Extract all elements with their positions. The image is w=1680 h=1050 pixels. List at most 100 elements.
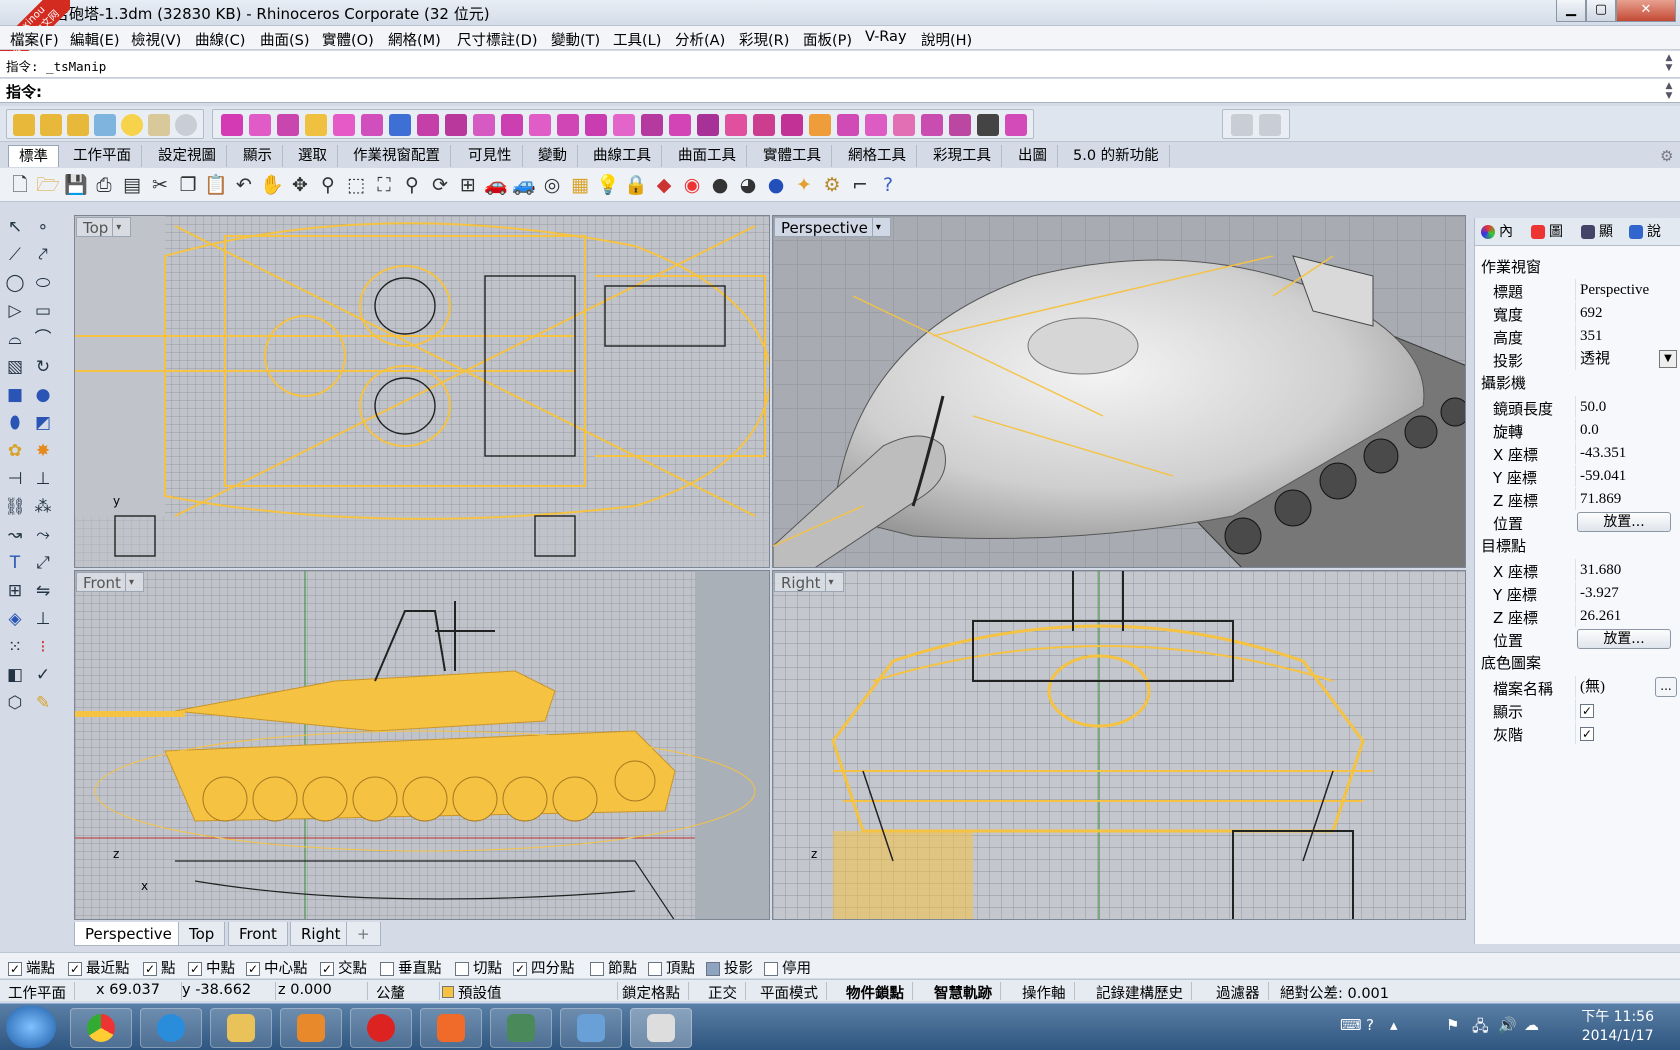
viewport-tab-top[interactable]: Top [178, 922, 226, 946]
target-icon[interactable]: ◎ [540, 173, 564, 197]
tab-new-in-v5[interactable]: 5.0 的新功能 [1063, 145, 1170, 167]
chevron-down-icon[interactable]: ▼ [1659, 350, 1677, 368]
grayscale-checkbox[interactable]: ✓ [1580, 726, 1594, 741]
point-cloud-icon[interactable]: ⁝ [32, 636, 54, 658]
ie-taskbar-icon[interactable] [140, 1008, 202, 1048]
camera-z-value[interactable]: 71.869 [1575, 488, 1677, 510]
explode-points-icon[interactable]: ⁂ [32, 496, 54, 518]
status-layer[interactable]: 預設值 [442, 982, 618, 1002]
dimension-tool-icon[interactable]: ⊥ [32, 608, 54, 630]
revolve-icon[interactable]: ↻ [32, 356, 54, 378]
osnap-int[interactable]: ✓ 交點 [320, 957, 367, 978]
help-icon[interactable]: ? [876, 173, 900, 197]
viewport-right-label[interactable]: Right ▾ [774, 572, 844, 592]
viewport-tab-perspective[interactable]: Perspective [74, 922, 183, 946]
osnap-checkbox[interactable] [380, 962, 394, 976]
minimize-button[interactable]: ▁ [1556, 0, 1586, 22]
paste-icon[interactable]: 📋 [204, 173, 228, 197]
group-icon[interactable]: ✿ [4, 440, 26, 462]
fillet-icon[interactable]: ⌒ [32, 328, 54, 350]
viewport-right[interactable]: Right ▾ z [772, 570, 1466, 920]
tool-icon[interactable] [949, 114, 971, 136]
polyline-icon[interactable]: ⟋ [4, 244, 26, 266]
rotate-view-icon[interactable]: ⟳ [428, 173, 452, 197]
viewport-top[interactable]: Top ▾ y [74, 215, 770, 568]
save-icon[interactable]: 💾 [64, 173, 88, 197]
target-z-value[interactable]: 26.261 [1575, 605, 1677, 627]
status-ortho[interactable]: 正交 [708, 982, 746, 1002]
menu-view[interactable]: 檢視(V) [131, 29, 181, 50]
close-button[interactable]: ✕ [1616, 0, 1676, 22]
osnap-center[interactable]: ✓ 中心點 [246, 957, 308, 978]
osnap-checkbox[interactable] [648, 962, 662, 976]
chevron-down-icon[interactable]: ▾ [124, 573, 137, 591]
status-gumball[interactable]: 操作軸 [1022, 982, 1075, 1002]
tab-render-tools[interactable]: 彩現工具 [923, 145, 1002, 167]
arc-icon[interactable]: ⌓ [4, 328, 26, 350]
rendered-sphere-icon[interactable]: ◕ [736, 173, 760, 197]
menu-tools[interactable]: 工具(L) [613, 29, 661, 50]
menu-dimension[interactable]: 尺寸標註(D) [457, 29, 537, 50]
osnap-disable[interactable]: 停用 [764, 957, 811, 978]
osnap-tan[interactable]: 切點 [455, 957, 502, 978]
osnap-quad[interactable]: ✓ 四分點 [513, 957, 575, 978]
tool-icon[interactable] [445, 114, 467, 136]
rhino-taskbar-icon[interactable] [630, 1008, 692, 1048]
tab-curve-tools[interactable]: 曲線工具 [583, 145, 662, 167]
tab-set-view[interactable]: 設定視圖 [148, 145, 227, 167]
tool-icon[interactable] [725, 114, 747, 136]
tool-icon[interactable] [501, 114, 523, 136]
tool-icon[interactable] [753, 114, 775, 136]
check-icon[interactable]: ✓ [32, 664, 54, 686]
tool-icon[interactable] [865, 114, 887, 136]
tool-icon[interactable] [837, 114, 859, 136]
osnap-checkbox[interactable] [590, 962, 604, 976]
network-icon[interactable]: 🖧 [1472, 1016, 1489, 1041]
status-planar[interactable]: 平面模式 [760, 982, 827, 1002]
scale-icon[interactable]: ⤢ [32, 552, 54, 574]
mesh-icon[interactable]: ◈ [4, 608, 26, 630]
explode-icon[interactable]: ✸ [32, 440, 54, 462]
box-icon[interactable]: ■ [4, 384, 26, 406]
car-icon[interactable]: 🚗 [484, 173, 508, 197]
tab-visibility[interactable]: 可見性 [458, 145, 523, 167]
menu-solid[interactable]: 實體(O) [322, 29, 374, 50]
offset-icon[interactable]: ⤳ [32, 524, 54, 546]
tab-cplanes[interactable]: 工作平面 [63, 145, 142, 167]
viewport-top-label[interactable]: Top ▾ [76, 217, 132, 237]
status-history[interactable]: 記錄建構歷史 [1096, 982, 1192, 1002]
tool-icon[interactable] [1231, 114, 1253, 136]
tab-mesh-tools[interactable]: 網格工具 [838, 145, 917, 167]
copy-icon[interactable]: ❐ [176, 173, 200, 197]
history-scroll-icon[interactable]: ▲ ▼ [1662, 53, 1676, 73]
array-icon[interactable]: ⊞ [4, 580, 26, 602]
tool-icon[interactable] [40, 114, 62, 136]
light-icon[interactable]: ✦ [792, 173, 816, 197]
volume-icon[interactable]: 🔊 [1498, 1016, 1517, 1034]
prop-width-value[interactable]: 692 [1575, 302, 1677, 324]
tab-display[interactable]: 顯示 [233, 145, 283, 167]
chevron-down-icon[interactable]: ▾ [112, 218, 124, 236]
menu-analyze[interactable]: 分析(A) [675, 29, 725, 50]
zoom-extents-icon[interactable]: ⛶ [372, 173, 396, 197]
blue-sphere-icon[interactable]: ● [764, 173, 788, 197]
tool-icon[interactable] [277, 114, 299, 136]
flag-icon[interactable]: ⚑ [1446, 1016, 1459, 1034]
tool-icon[interactable] [417, 114, 439, 136]
analyze-icon[interactable]: ◧ [4, 664, 26, 686]
show-checkbox[interactable]: ✓ [1580, 703, 1594, 718]
osnap-checkbox[interactable] [706, 962, 720, 976]
target-x-value[interactable]: 31.680 [1575, 559, 1677, 581]
chevron-down-icon[interactable]: ▾ [871, 218, 884, 236]
add-viewport-tab[interactable]: + [346, 922, 381, 946]
keyboard-icon[interactable]: ⌨ [1340, 1016, 1362, 1034]
boolean-icon[interactable]: ● [32, 384, 54, 406]
pan-hand-icon[interactable]: ✋ [260, 173, 284, 197]
tab-solid-tools[interactable]: 實體工具 [753, 145, 832, 167]
camera-y-value[interactable]: -59.041 [1575, 465, 1677, 487]
grid-array-icon[interactable]: ⁙ [4, 636, 26, 658]
tool-icon[interactable] [473, 114, 495, 136]
status-grid-snap[interactable]: 鎖定格點 [622, 982, 689, 1002]
osnap-checkbox[interactable]: ✓ [246, 962, 260, 976]
gear-icon[interactable]: ⚙ [1660, 147, 1673, 165]
